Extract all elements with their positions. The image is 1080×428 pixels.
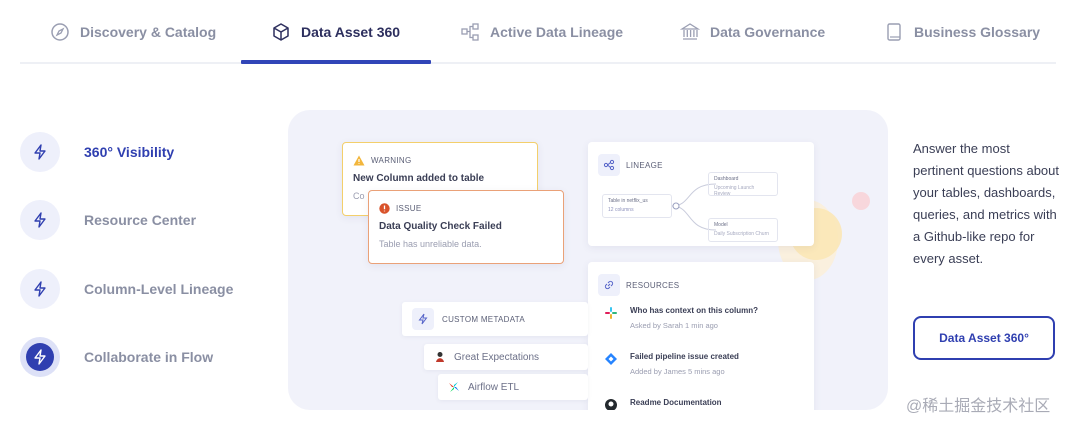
tab-label: Business Glossary [914, 24, 1041, 40]
custom-metadata-card: CUSTOM METADATA [402, 302, 588, 336]
resource-item[interactable]: Who has context on this column? Asked by … [604, 306, 758, 330]
description-text: Answer the most pertinent questions abou… [913, 141, 1059, 266]
resource-sub: Added by James 5 mins ago [630, 367, 725, 376]
link-icon [598, 274, 620, 296]
bolt-icon [20, 132, 60, 172]
jira-icon [605, 353, 617, 365]
lineage-table-sub: 12 columns [608, 207, 634, 213]
tab-label: Data Asset 360 [301, 24, 401, 40]
custom-metadata-label: CUSTOM METADATA [442, 314, 526, 324]
resource-item[interactable]: Readme Documentation [604, 398, 722, 410]
resources-card: RESOURCES Who has context on this column… [588, 262, 814, 410]
page: Discovery & Catalog Data Asset 360 Activ… [0, 0, 1080, 428]
tab-label: Active Data Lineage [490, 24, 624, 40]
slack-icon [605, 307, 617, 319]
warning-sub: Co [353, 191, 365, 201]
airflow-icon [449, 382, 459, 392]
integration-label: Airflow ETL [468, 381, 520, 393]
resource-title: Readme Documentation [630, 398, 722, 407]
issue-tag: ISSUE [396, 204, 422, 213]
tab-data-asset-360[interactable]: Data Asset 360 [271, 0, 400, 64]
feature-360-visibility[interactable]: 360° Visibility [20, 132, 250, 172]
lineage-table-node: Table in netflix_us 12 columns [602, 194, 672, 218]
github-icon [605, 399, 617, 410]
tab-label: Discovery & Catalog [80, 24, 217, 40]
lineage-table-label: Table in netflix_us [608, 198, 648, 204]
feature-label: 360° Visibility [84, 144, 175, 160]
warning-tag: WARNING [371, 156, 412, 165]
lineage-model-sub: Daily Subscription Churn [714, 231, 770, 237]
resource-title: Failed pipeline issue created [630, 352, 739, 361]
tab-discovery-catalog[interactable]: Discovery & Catalog [50, 0, 216, 64]
issue-sub: Table has unreliable data. [379, 239, 482, 249]
warning-icon [353, 155, 365, 166]
issue-title: Data Quality Check Failed [379, 221, 502, 232]
feature-label: Column-Level Lineage [84, 281, 234, 297]
active-tab-indicator [241, 60, 431, 64]
decorative-dot [852, 192, 870, 210]
feature-label: Resource Center [84, 212, 197, 228]
lineage-dashboard-node: Dashboard Upcoming Launch Review [708, 172, 778, 197]
watermark: @稀土掘金技术社区 [906, 398, 1051, 415]
bolt-icon [20, 200, 60, 240]
lineage-dashboard-sub: Upcoming Launch Review [714, 185, 755, 197]
integration-airflow-etl: Airflow ETL [438, 374, 588, 400]
great-expectations-icon [436, 352, 444, 362]
illustration-panel: LINEAGE Table in netflix_us 12 columns D… [288, 110, 888, 410]
lineage-card: LINEAGE Table in netflix_us 12 columns D… [588, 142, 814, 246]
lineage-model-node: Model Daily Subscription Churn [708, 218, 778, 242]
bank-icon [680, 23, 700, 40]
cube-icon [273, 23, 289, 41]
lineage-tag: LINEAGE [626, 160, 663, 170]
bolt-icon [20, 269, 60, 309]
feature-collaborate-in-flow[interactable]: Collaborate in Flow [20, 337, 250, 377]
alert-icon [379, 203, 390, 214]
tab-data-governance[interactable]: Data Governance [680, 0, 825, 64]
tab-business-glossary[interactable]: Business Glossary [884, 0, 1040, 64]
lineage-icon [461, 23, 479, 41]
lineage-icon [598, 154, 620, 176]
resource-item[interactable]: Failed pipeline issue created Added by Ja… [604, 352, 739, 376]
tab-label: Data Governance [710, 24, 826, 40]
lineage-model-label: Model [714, 222, 728, 228]
feature-resource-center[interactable]: Resource Center [20, 200, 250, 240]
integration-label: Great Expectations [454, 351, 540, 363]
issue-card: ISSUE Data Quality Check Failed Table ha… [368, 190, 564, 264]
book-icon [887, 23, 901, 41]
resource-title: Who has context on this column? [630, 306, 758, 315]
tab-active-data-lineage[interactable]: Active Data Lineage [460, 0, 623, 64]
compass-icon [51, 23, 69, 41]
bolt-icon [412, 308, 434, 330]
data-asset-360-button[interactable]: Data Asset 360° [913, 316, 1055, 360]
integration-great-expectations: Great Expectations [424, 344, 588, 370]
resource-sub: Asked by Sarah 1 min ago [630, 321, 718, 330]
feature-label: Collaborate in Flow [84, 349, 214, 365]
tab-bar: Discovery & Catalog Data Asset 360 Activ… [20, 0, 1056, 64]
feature-column-level-lineage[interactable]: Column-Level Lineage [20, 269, 250, 309]
bolt-icon [20, 337, 60, 377]
lineage-dashboard-label: Dashboard [714, 176, 739, 182]
resources-tag: RESOURCES [626, 280, 680, 290]
warning-title: New Column added to table [353, 173, 485, 184]
